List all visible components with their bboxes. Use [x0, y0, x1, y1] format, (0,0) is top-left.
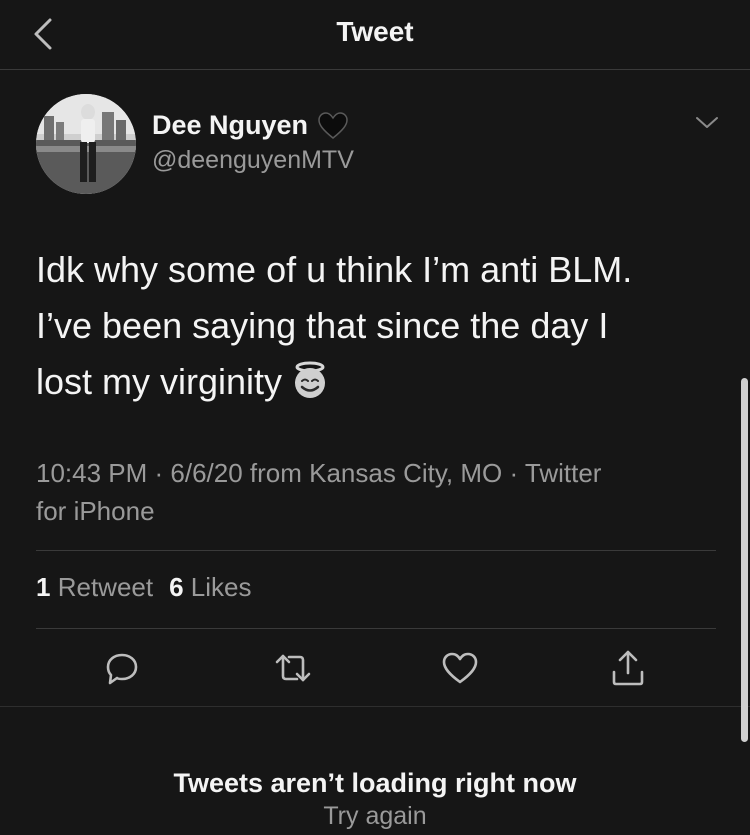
action-bar [0, 648, 750, 692]
divider [36, 550, 716, 551]
tweet-text-line-content: lost my virginity [36, 361, 283, 402]
avatar[interactable] [36, 94, 136, 194]
like-count: 6 [169, 572, 184, 602]
retweet-label: Retweet [57, 572, 154, 602]
scrollbar[interactable] [741, 378, 748, 742]
chevron-down-icon[interactable] [694, 112, 720, 132]
retweet-icon[interactable] [273, 648, 313, 688]
divider [0, 706, 750, 707]
tweet-text-line: lost my virginity [36, 354, 726, 410]
like-icon[interactable] [440, 648, 480, 688]
author-handle[interactable]: @deenguyenMTV [152, 146, 354, 175]
author-row: Dee Nguyen [152, 110, 348, 141]
page-title: Tweet [336, 16, 414, 47]
tweet-text-line: I’ve been saying that since the day I [36, 305, 609, 346]
black-heart-icon [318, 111, 348, 139]
tweet-text: Idk why some of u think I’m anti BLM. I’… [36, 242, 726, 410]
top-bar: Tweet [0, 0, 750, 70]
divider [36, 628, 716, 629]
like-label: Likes [190, 572, 252, 602]
tweet-stats: 1 Retweet 6 Likes [36, 572, 268, 603]
retweet-count: 1 [36, 572, 51, 602]
reply-icon[interactable] [102, 648, 142, 688]
try-again-button[interactable]: Try again [0, 802, 750, 831]
error-message: Tweets aren’t loading right now [173, 768, 577, 798]
tweet-source-cont: for iPhone [36, 496, 155, 526]
smiling-face-with-halo-icon [295, 361, 326, 399]
like-stat[interactable]: 6 Likes [169, 572, 251, 603]
retweet-stat[interactable]: 1 Retweet [36, 572, 153, 603]
author-name[interactable]: Dee Nguyen [152, 110, 308, 141]
tweet-text-line: Idk why some of u think I’m anti BLM. [36, 249, 633, 290]
tweet-meta: 10:43 PM · 6/6/20 from Kansas City, MO ·… [36, 454, 716, 530]
tweet-timestamp-source: 10:43 PM · 6/6/20 from Kansas City, MO ·… [36, 458, 602, 488]
share-icon[interactable] [608, 648, 648, 688]
